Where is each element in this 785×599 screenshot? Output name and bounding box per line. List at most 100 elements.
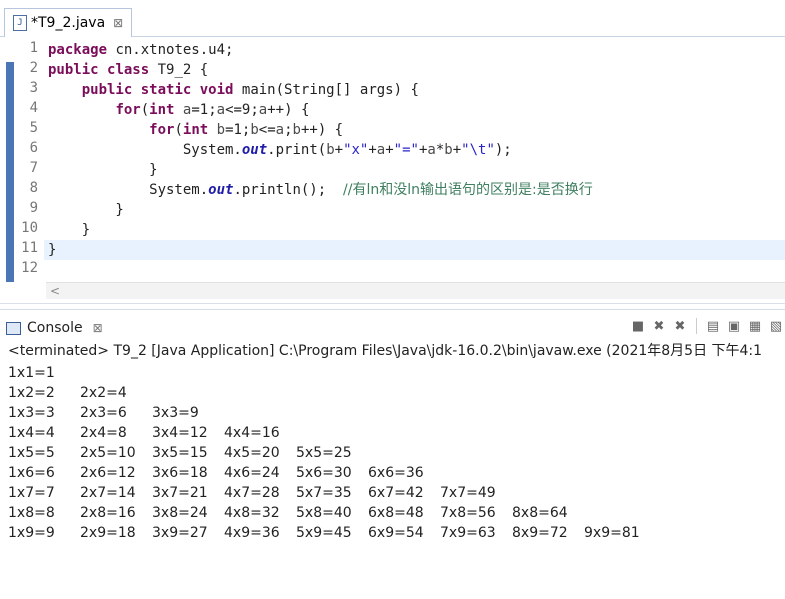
- output-row: 1x9=9 2x9=18 3x9=27 4x9=36 5x9=45 6x9=54 7x9=6…: [8, 523, 656, 543]
- output-cell: 3x4=12: [152, 425, 208, 441]
- editor-pane: J *T9_2.java ⊠ 1 2 3 4 5 6 7 8 9 10 11 12 package c…: [0, 0, 785, 304]
- output-cell: 2x8=16: [80, 505, 136, 521]
- toolbar-divider: [696, 318, 697, 334]
- output-cell: 7x9=63: [440, 525, 496, 541]
- output-cell: 2x2=4: [80, 385, 127, 401]
- output-cell: 4x4=16: [224, 425, 280, 441]
- output-cell: 3x9=27: [152, 525, 208, 541]
- close-icon[interactable]: ⊠: [93, 321, 103, 335]
- code-line[interactable]: for(int b=1;b<=a;b++) {: [48, 120, 343, 140]
- output-cell: 6x9=54: [368, 525, 424, 541]
- pin-console-icon[interactable]: ▧: [767, 317, 785, 335]
- code-line[interactable]: for(int a=1;a<=9;a++) {: [48, 100, 309, 120]
- word-wrap-icon[interactable]: ▦: [746, 317, 764, 335]
- change-ruler: [6, 62, 14, 282]
- output-row: 1x6=6 2x6=12 3x6=18 4x6=24 5x6=30 6x6=36: [8, 463, 440, 483]
- output-cell: 1x3=3: [8, 405, 55, 421]
- scroll-left-icon[interactable]: <: [50, 283, 60, 299]
- console-status: <terminated> T9_2 [Java Application] C:\…: [8, 343, 763, 359]
- output-cell: 2x3=6: [80, 405, 127, 421]
- editor-tab[interactable]: J *T9_2.java ⊠: [4, 8, 133, 37]
- output-cell: 1x2=2: [8, 385, 55, 401]
- console-tabbar: Console ⊠ ■ ✖ ✖ ▤ ▣ ▦ ▧: [0, 309, 785, 341]
- output-cell: 4x8=32: [224, 505, 280, 521]
- editor-tab-title: *T9_2.java: [31, 15, 106, 31]
- code-line[interactable]: }: [48, 240, 56, 260]
- output-row: 1x2=2 2x2=4: [8, 383, 152, 403]
- output-cell: 5x8=40: [296, 505, 352, 521]
- output-cell: 2x4=8: [80, 425, 127, 441]
- line-number: 9: [29, 200, 38, 216]
- output-cell: 4x6=24: [224, 465, 280, 481]
- code-line[interactable]: public class T9_2 {: [48, 60, 208, 80]
- code-line[interactable]: public static void main(String[] args) {: [48, 80, 419, 100]
- output-row: 1x4=4 2x4=8 3x4=12 4x4=16: [8, 423, 296, 443]
- output-cell: 5x9=45: [296, 525, 352, 541]
- console-tab[interactable]: Console ⊠: [6, 316, 103, 340]
- editor-tabbar: J *T9_2.java ⊠: [0, 0, 785, 37]
- code-line[interactable]: }: [48, 160, 157, 180]
- output-cell: 4x9=36: [224, 525, 280, 541]
- clear-console-icon[interactable]: ▤: [704, 317, 722, 335]
- output-cell: 1x7=7: [8, 485, 55, 501]
- output-cell: 1x4=4: [8, 425, 55, 441]
- line-number: 7: [29, 160, 38, 176]
- line-number: 12: [21, 260, 38, 276]
- output-row: 1x5=5 2x5=10 3x5=15 4x5=20 5x5=25: [8, 443, 368, 463]
- line-number: 2: [29, 60, 38, 76]
- code-line[interactable]: System.out.println(); //有ln和没ln输出语句的区别是:…: [48, 180, 593, 200]
- code-line[interactable]: }: [48, 200, 123, 220]
- code-line[interactable]: package cn.xtnotes.u4;: [48, 40, 233, 60]
- line-number: 4: [29, 100, 38, 116]
- line-number: 10: [21, 220, 38, 236]
- output-cell: 2x5=10: [80, 445, 136, 461]
- output-cell: 6x7=42: [368, 485, 424, 501]
- output-row: 1x3=3 2x3=6 3x3=9: [8, 403, 224, 423]
- output-cell: 6x6=36: [368, 465, 424, 481]
- output-cell: 7x8=56: [440, 505, 496, 521]
- line-number: 8: [29, 180, 38, 196]
- code-line[interactable]: System.out.print(b+"x"+a+"="+a*b+"\t");: [48, 140, 512, 160]
- output-cell: 2x9=18: [80, 525, 136, 541]
- output-cell: 4x5=20: [224, 445, 280, 461]
- output-cell: 2x6=12: [80, 465, 136, 481]
- output-cell: 3x5=15: [152, 445, 208, 461]
- output-cell: 1x1=1: [8, 365, 55, 381]
- output-cell: 1x8=8: [8, 505, 55, 521]
- output-cell: 3x7=21: [152, 485, 208, 501]
- line-number: 11: [21, 240, 38, 256]
- remove-all-icon[interactable]: ✖: [671, 317, 689, 335]
- output-cell: 2x7=14: [80, 485, 136, 501]
- output-cell: 9x9=81: [584, 525, 640, 541]
- output-cell: 3x8=24: [152, 505, 208, 521]
- output-row: 1x1=1: [8, 363, 80, 383]
- output-cell: 7x7=49: [440, 485, 496, 501]
- scroll-lock-icon[interactable]: ▣: [725, 317, 743, 335]
- output-cell: 5x7=35: [296, 485, 352, 501]
- console-tab-label: Console: [27, 320, 83, 336]
- output-cell: 8x9=72: [512, 525, 568, 541]
- output-cell: 3x3=9: [152, 405, 199, 421]
- line-number: 5: [29, 120, 38, 136]
- console-toolbar: ■ ✖ ✖ ▤ ▣ ▦ ▧: [629, 316, 785, 336]
- output-cell: 8x8=64: [512, 505, 568, 521]
- output-cell: 5x6=30: [296, 465, 352, 481]
- console-icon: [6, 321, 21, 335]
- output-cell: 1x6=6: [8, 465, 55, 481]
- output-cell: 1x9=9: [8, 525, 55, 541]
- output-row: 1x7=7 2x7=14 3x7=21 4x7=28 5x7=35 6x7=42 7x7=4…: [8, 483, 512, 503]
- line-number: 3: [29, 80, 38, 96]
- code-line[interactable]: }: [48, 220, 90, 240]
- java-file-icon: J: [13, 15, 27, 31]
- terminate-icon[interactable]: ■: [629, 317, 647, 335]
- output-cell: 5x5=25: [296, 445, 352, 461]
- current-line-highlight: [44, 240, 785, 260]
- output-cell: 3x6=18: [152, 465, 208, 481]
- horizontal-scrollbar[interactable]: <: [46, 282, 785, 299]
- output-cell: 4x7=28: [224, 485, 280, 501]
- remove-launch-icon[interactable]: ✖: [650, 317, 668, 335]
- output-cell: 1x5=5: [8, 445, 55, 461]
- close-icon[interactable]: ⊠: [113, 16, 123, 30]
- output-cell: 6x8=48: [368, 505, 424, 521]
- output-row: 1x8=8 2x8=16 3x8=24 4x8=32 5x8=40 6x8=48 7x8=5…: [8, 503, 584, 523]
